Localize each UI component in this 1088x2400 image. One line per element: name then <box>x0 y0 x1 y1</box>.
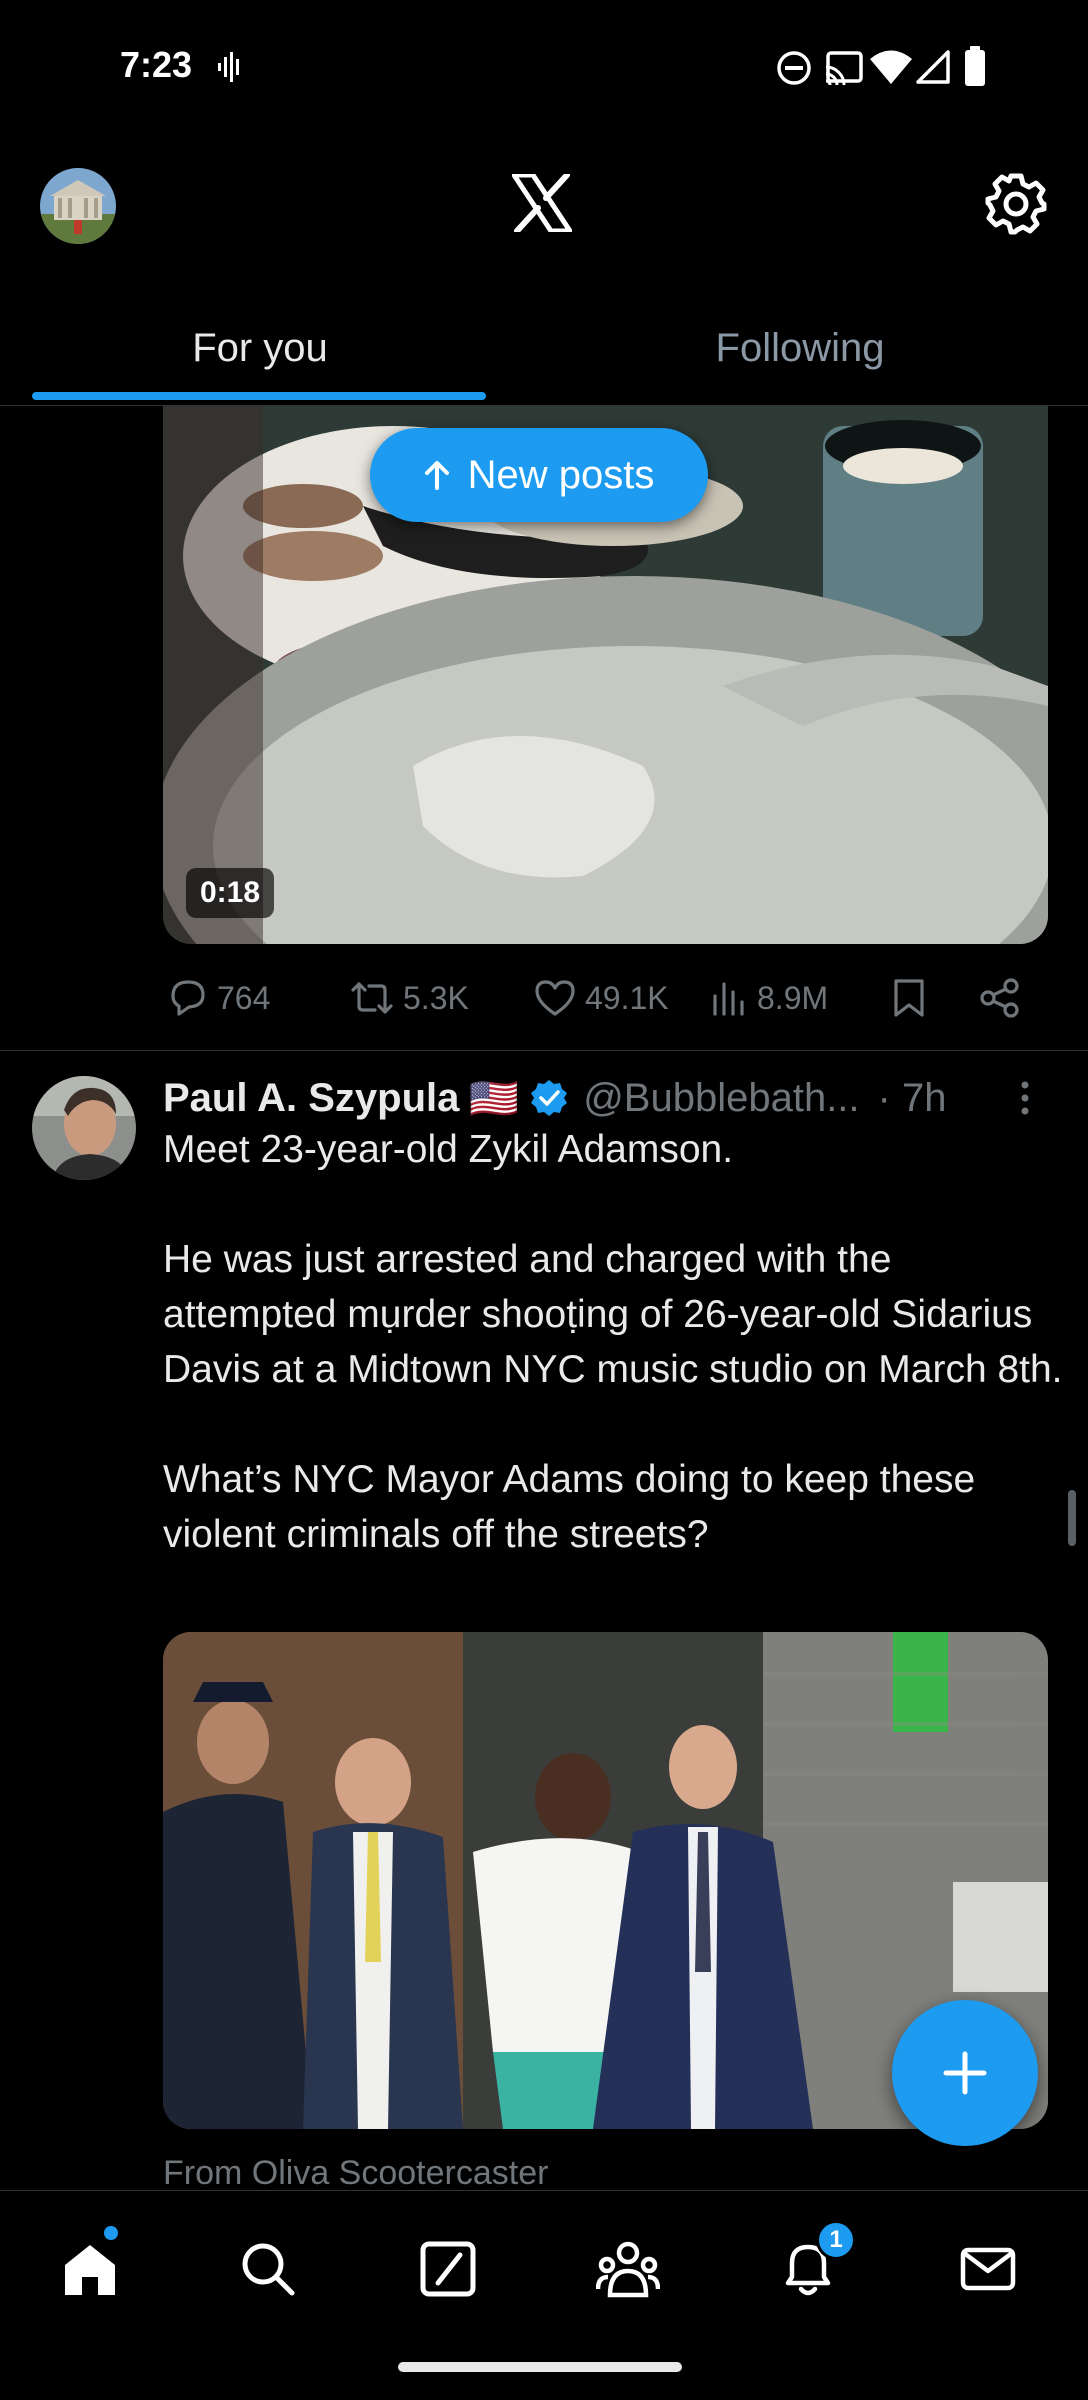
timeline-tabs: For you Following <box>0 290 1088 406</box>
repost-icon <box>351 982 393 1014</box>
share-button[interactable] <box>979 968 1021 1028</box>
profile-photo <box>40 168 116 244</box>
author-handle[interactable]: @Bubblebath... <box>583 1076 859 1121</box>
post-text: Meet 23-year-old Zykil Adamson. He was j… <box>163 1128 1063 1556</box>
cast-icon <box>825 51 863 86</box>
home-unread-dot <box>104 2226 118 2240</box>
cellular-signal-icon <box>916 50 950 84</box>
author-avatar[interactable] <box>32 1076 136 1180</box>
settings-gear-icon[interactable] <box>984 172 1048 236</box>
do-not-disturb-icon <box>777 51 811 85</box>
repost-count: 5.3K <box>403 979 469 1016</box>
new-posts-label: New posts <box>467 452 655 497</box>
scrollbar-thumb[interactable] <box>1068 1490 1076 1546</box>
bookmark-button[interactable] <box>891 968 927 1028</box>
active-tab-indicator <box>32 392 486 400</box>
tab-following[interactable]: Following <box>540 290 1060 406</box>
nav-messages[interactable] <box>948 2229 1028 2309</box>
repost-button[interactable]: 5.3K <box>349 968 469 1028</box>
arrow-up-icon <box>424 461 449 490</box>
post-header: Paul A. Szypula 🇺🇸 @Bubblebath... · 7h <box>163 1068 1043 1128</box>
post-actions: 764 5.3K 49.1K 8.9M <box>163 968 1043 1028</box>
author-photo <box>32 1076 136 1180</box>
tab-for-you[interactable]: For you <box>0 290 520 406</box>
nav-home[interactable] <box>50 2229 130 2309</box>
reply-count: 764 <box>217 979 271 1016</box>
like-button[interactable]: 49.1K <box>533 968 669 1028</box>
post-divider <box>0 1050 1088 1051</box>
verified-badge-icon <box>531 1080 568 1116</box>
heart-icon <box>535 980 575 1016</box>
plus-icon <box>943 2051 987 2095</box>
nav-search[interactable] <box>228 2229 308 2309</box>
wifi-icon <box>870 50 912 84</box>
battery-icon <box>965 46 985 86</box>
view-count: 8.9M <box>757 979 829 1016</box>
video-duration: 0:18 <box>186 868 275 918</box>
more-options-icon[interactable] <box>1010 1080 1040 1116</box>
status-time: 7:23 <box>120 44 193 85</box>
compose-post-button[interactable] <box>892 2000 1038 2146</box>
share-icon <box>980 978 1019 1018</box>
sound-wave-icon <box>218 52 239 82</box>
nav-grok[interactable] <box>408 2229 488 2309</box>
search-icon <box>242 2243 295 2296</box>
communities-icon <box>596 2241 660 2298</box>
home-icon <box>65 2245 115 2295</box>
messages-mail-icon <box>960 2247 1016 2291</box>
reply-icon <box>171 980 205 1016</box>
nav-communities[interactable] <box>588 2229 668 2309</box>
grok-icon <box>420 2241 476 2297</box>
video-attribution[interactable]: From Oliva Scootercaster <box>163 2154 548 2193</box>
views-chart-icon <box>713 982 744 1016</box>
author-name[interactable]: Paul A. Szypula <box>163 1076 459 1121</box>
status-bar: 7:23 <box>0 0 1088 135</box>
post-time: · 7h <box>877 1075 947 1120</box>
profile-avatar[interactable] <box>40 168 116 244</box>
gesture-navigation-bar[interactable] <box>398 2362 682 2372</box>
like-count: 49.1K <box>585 979 669 1016</box>
x-logo-icon[interactable] <box>511 172 573 234</box>
notifications-badge: 1 <box>816 2220 856 2260</box>
reply-button[interactable]: 764 <box>167 968 270 1028</box>
flag-emoji: 🇺🇸 <box>469 1075 520 1122</box>
views-button[interactable]: 8.9M <box>711 968 828 1028</box>
new-posts-button[interactable]: New posts <box>370 428 708 522</box>
bookmark-icon <box>894 979 924 1017</box>
